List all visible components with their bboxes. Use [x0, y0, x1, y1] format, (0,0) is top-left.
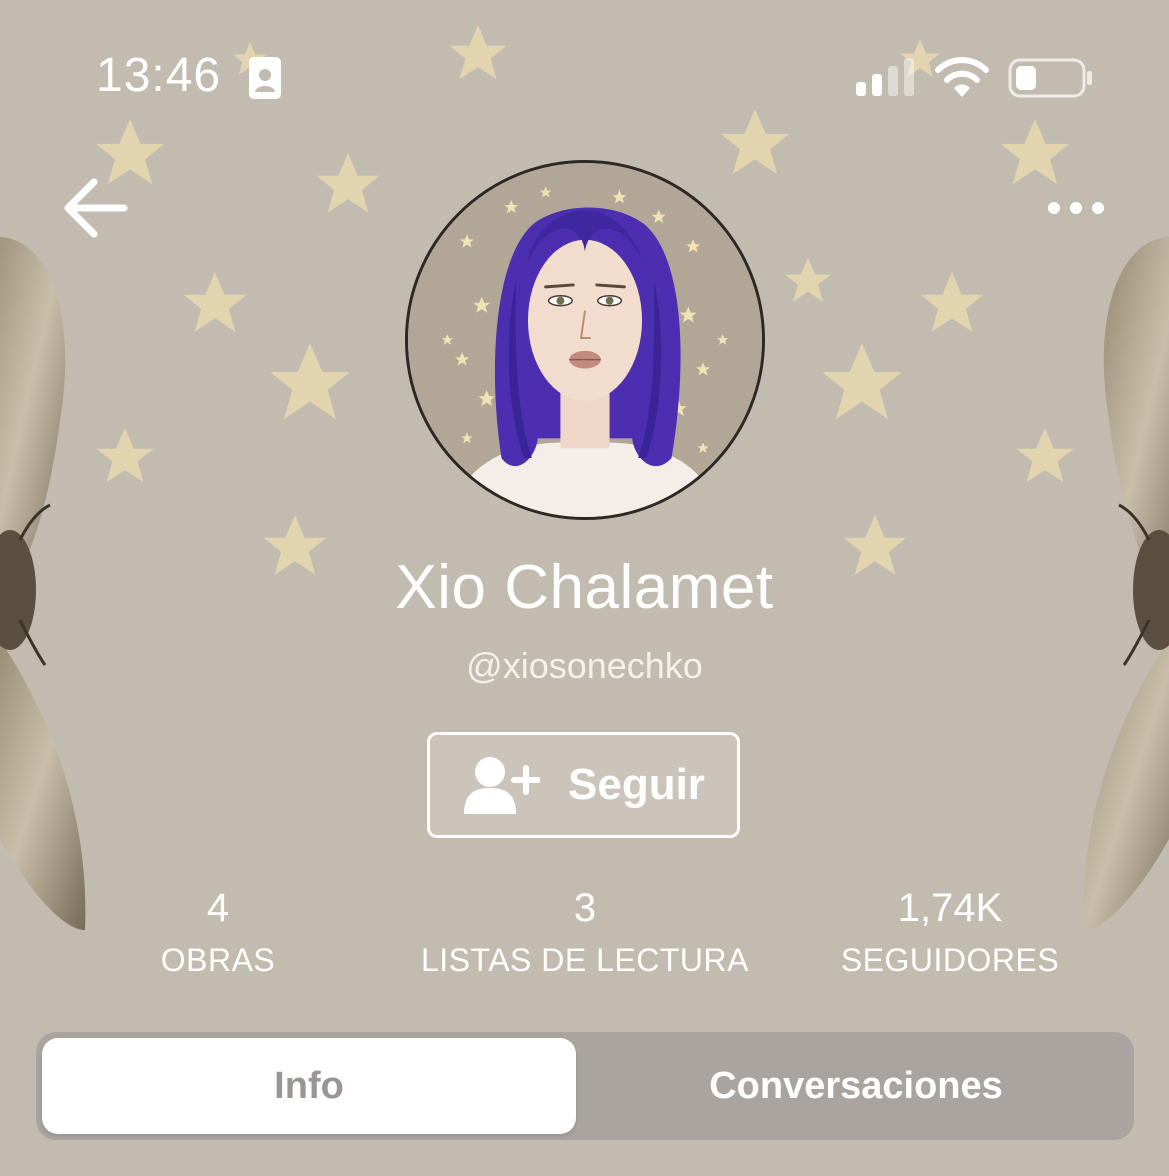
stat-works-label: OBRAS [160, 942, 276, 978]
tab-info[interactable]: Info [42, 1038, 576, 1134]
stat-reading-lists-value: 3 [573, 886, 597, 930]
follow-button-label: Seguir [568, 760, 705, 809]
add-user-icon [464, 757, 540, 814]
profile-tabs: Info Conversaciones [36, 1032, 1134, 1140]
stat-reading-lists[interactable]: 3 LISTAS DE LECTURA [385, 884, 785, 980]
profile-handle: @xiosonechko [466, 645, 703, 686]
stat-works[interactable]: 4 OBRAS [118, 884, 318, 980]
wifi-icon [935, 57, 989, 97]
id-card-icon [249, 57, 281, 99]
more-icon[interactable] [1040, 190, 1112, 226]
follow-button[interactable]: Seguir [427, 732, 740, 838]
stat-works-value: 4 [206, 886, 230, 930]
profile-page: 13:46 Xio Chalamet @xiosonechko Seguir 4… [0, 0, 1169, 1176]
status-time: 13:46 [96, 49, 222, 102]
stat-reading-lists-label: LISTAS DE LECTURA [421, 942, 749, 978]
stat-followers-value: 1,74K [897, 886, 1003, 930]
battery-icon [1008, 58, 1092, 98]
stat-followers-label: SEGUIDORES [840, 942, 1060, 978]
signal-icon [856, 58, 914, 96]
tab-conversations[interactable]: Conversaciones [584, 1038, 1128, 1134]
profile-name: Xio Chalamet [395, 553, 774, 622]
back-arrow-icon[interactable] [60, 172, 132, 244]
stat-followers[interactable]: 1,74K SEGUIDORES [800, 884, 1100, 980]
avatar-illustration [408, 163, 762, 517]
avatar [405, 160, 765, 520]
